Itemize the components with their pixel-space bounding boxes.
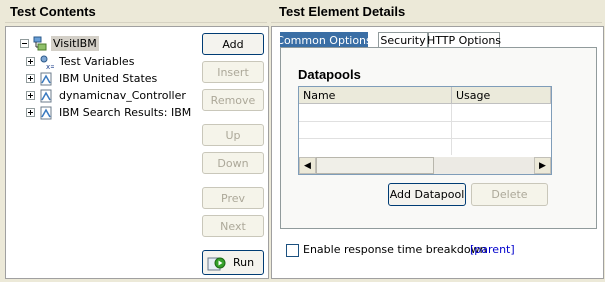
next-button[interactable]: Next — [202, 215, 264, 237]
expand-icon[interactable] — [26, 57, 35, 66]
add-datapool-button[interactable]: Add Datapool — [388, 183, 466, 206]
scroll-thumb[interactable] — [316, 157, 434, 174]
common-options-content: Datapools Name Usage ◀ ▶ Add Datapool De… — [280, 47, 597, 229]
tab-security[interactable]: Security — [378, 32, 428, 47]
column-header-usage[interactable]: Usage — [452, 87, 551, 104]
expand-icon[interactable] — [26, 108, 35, 117]
run-label: Run — [233, 256, 255, 269]
collapse-icon[interactable] — [20, 39, 29, 48]
parent-link[interactable]: [parent] — [470, 243, 515, 256]
scroll-right-icon[interactable]: ▶ — [534, 157, 551, 174]
page-icon — [38, 71, 54, 87]
scroll-left-icon[interactable]: ◀ — [299, 157, 316, 174]
tree-item-test-variables[interactable]: x= Test Variables — [26, 53, 136, 70]
response-time-breakdown-checkbox[interactable] — [286, 244, 299, 257]
datapools-table[interactable]: Name Usage ◀ ▶ — [298, 86, 552, 175]
insert-button[interactable]: Insert — [202, 61, 264, 83]
tab-common-options[interactable]: Common Options — [276, 32, 372, 47]
tree-label: IBM United States — [59, 72, 158, 85]
test-element-details-panel: Common Options Security HTTP Options Dat… — [271, 26, 604, 279]
down-button[interactable]: Down — [202, 152, 264, 174]
datapools-title: Datapools — [298, 67, 361, 82]
tree-item-ibm-search-results[interactable]: IBM Search Results: IBM — [26, 104, 193, 121]
expand-icon[interactable] — [26, 91, 35, 100]
run-icon — [207, 254, 227, 272]
variables-icon: x= — [38, 54, 54, 70]
test-element-details-title: Test Element Details — [279, 4, 406, 19]
up-button[interactable]: Up — [202, 124, 264, 146]
tree-item-ibm-united-states[interactable]: IBM United States — [26, 70, 159, 87]
tree-label: VisitIBM — [51, 36, 99, 51]
tree-label: dynamicnav_Controller — [59, 89, 186, 102]
response-time-breakdown-label: Enable response time breakdown — [303, 243, 487, 256]
add-button[interactable]: Add — [202, 33, 264, 55]
page-icon — [38, 88, 54, 104]
tree-item-dynamicnav-controller[interactable]: dynamicnav_Controller — [26, 87, 188, 104]
expand-icon[interactable] — [26, 74, 35, 83]
column-header-name[interactable]: Name — [299, 87, 452, 104]
page-icon — [38, 105, 54, 121]
delete-datapool-button[interactable]: Delete — [471, 183, 548, 206]
tree-label: IBM Search Results: IBM — [59, 106, 192, 119]
svg-text:x=: x= — [46, 63, 54, 70]
title-divider — [5, 22, 267, 23]
tree-item-visitibm[interactable]: VisitIBM — [20, 35, 99, 52]
run-button[interactable]: Run — [202, 250, 264, 275]
tree-label: Test Variables — [59, 55, 135, 68]
remove-button[interactable]: Remove — [202, 89, 264, 111]
horizontal-scrollbar[interactable]: ◀ ▶ — [299, 157, 551, 174]
test-contents-title: Test Contents — [10, 4, 96, 19]
title-divider — [271, 22, 602, 23]
row-divider — [299, 121, 551, 122]
prev-button[interactable]: Prev — [202, 187, 264, 209]
row-divider — [299, 138, 551, 139]
test-suite-icon — [32, 36, 48, 52]
tab-http-options[interactable]: HTTP Options — [427, 32, 501, 47]
column-divider — [451, 104, 452, 155]
